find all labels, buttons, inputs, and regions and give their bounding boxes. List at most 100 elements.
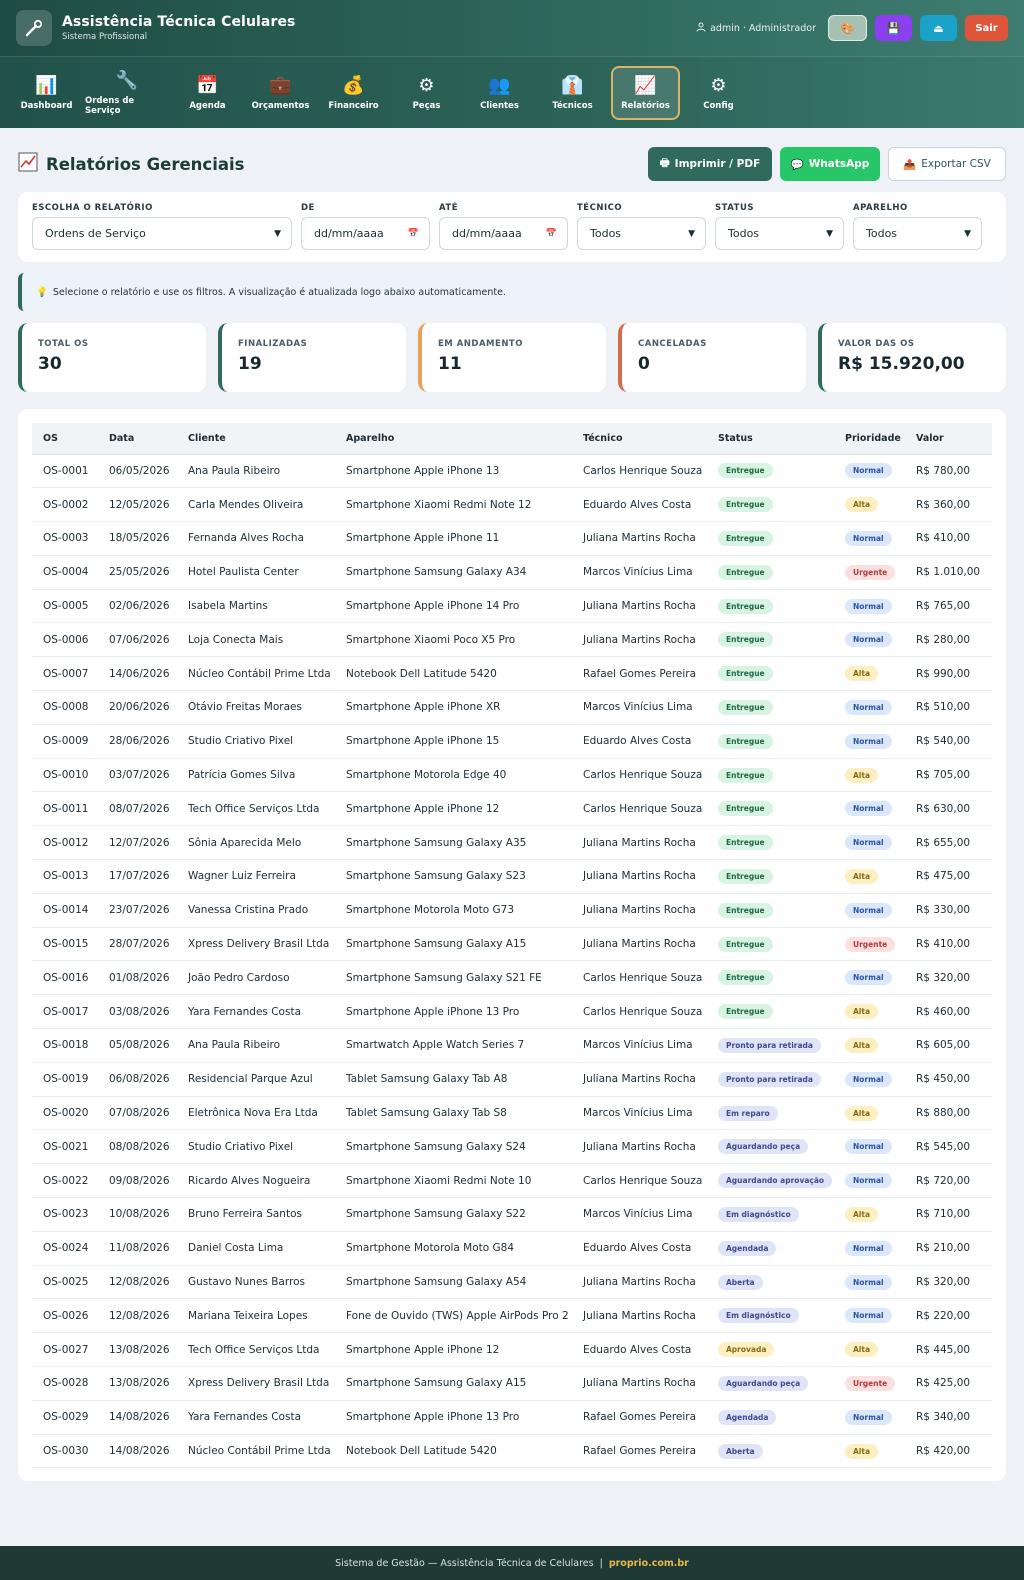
priority-badge: Alta <box>845 1206 879 1222</box>
priority-badge: Alta <box>845 1443 879 1459</box>
table-row[interactable]: OS-0009 28/06/2026 Studio Criativo Pixel Sm… <box>32 724 992 759</box>
table-row[interactable]: OS-0007 14/06/2026 Núcleo Contábil Prime L… <box>32 656 992 692</box>
priority-badge: Normal <box>845 835 892 851</box>
upload-button[interactable]: ⏏ <box>920 15 957 41</box>
table-row[interactable]: OS-0017 03/08/2026 Yara Fernandes Costa Sma… <box>32 994 992 1030</box>
table-row[interactable]: OS-0008 20/06/2026 Otávio Freitas Moraes Sm… <box>32 690 992 725</box>
table-row[interactable]: OS-0003 18/05/2026 Fernanda Alves Rocha Sma… <box>32 521 992 556</box>
cell-status: Entregue <box>707 758 834 793</box>
cell-valor: R$ 510,00 <box>905 690 992 725</box>
report-table-card: OS Data Cliente Aparelho Técnico Status … <box>18 409 1006 1481</box>
col-data[interactable]: Data <box>98 423 177 455</box>
table-row[interactable]: OS-0012 12/07/2026 Sônia Aparecida Melo Sma… <box>32 825 992 861</box>
col-prioridade[interactable]: Prioridade <box>834 423 905 455</box>
whatsapp-button[interactable]: 💬 WhatsApp <box>780 147 880 181</box>
nav-item-tecnicos[interactable]: 👔 Técnicos <box>538 66 607 120</box>
table-row[interactable]: OS-0019 06/08/2026 Residencial Parque Azul… <box>32 1062 992 1097</box>
cell-os: OS-0028 <box>32 1366 98 1401</box>
print-pdf-button[interactable]: 🖶 Imprimir / PDF <box>648 147 772 181</box>
status-badge: Agendada <box>718 1409 777 1425</box>
table-row[interactable]: OS-0010 03/07/2026 Patrícia Gomes Silva Sma… <box>32 758 992 793</box>
nav-item-financeiro[interactable]: 💰 Financeiro <box>319 66 388 120</box>
col-aparelho[interactable]: Aparelho <box>335 423 572 455</box>
save-button[interactable]: 💾 <box>875 15 912 41</box>
table-row[interactable]: OS-0013 17/07/2026 Wagner Luiz Ferreira Sma… <box>32 859 992 894</box>
footer-link[interactable]: proprio.com.br <box>609 1558 689 1569</box>
to-date-input[interactable]: dd/mm/aaaa 📅 <box>439 217 568 250</box>
nav-item-ordens[interactable]: 🔧 Ordens de Serviço <box>85 66 169 120</box>
table-row[interactable]: OS-0026 12/08/2026 Mariana Teixeira Lopes F… <box>32 1298 992 1334</box>
export-csv-button[interactable]: 📤 Exportar CSV <box>888 147 1006 181</box>
table-row[interactable]: OS-0020 07/08/2026 Eletrônica Nova Era Ltd… <box>32 1096 992 1131</box>
cell-os: OS-0027 <box>32 1332 98 1368</box>
cell-data: 23/07/2026 <box>98 893 177 928</box>
table-row[interactable]: OS-0025 12/08/2026 Gustavo Nunes Barros Sma… <box>32 1265 992 1300</box>
table-row[interactable]: OS-0022 09/08/2026 Ricardo Alves Nogueira S… <box>32 1163 992 1199</box>
cell-status: Em diagnóstico <box>707 1298 834 1334</box>
table-row[interactable]: OS-0029 14/08/2026 Yara Fernandes Costa Sma… <box>32 1400 992 1435</box>
cell-aparelho: Notebook Dell Latitude 5420 <box>335 1434 572 1469</box>
table-row[interactable]: OS-0015 28/07/2026 Xpress Delivery Brasil … <box>32 927 992 962</box>
col-os[interactable]: OS <box>32 423 98 455</box>
col-status[interactable]: Status <box>707 423 834 455</box>
status-badge: Entregue <box>718 699 773 715</box>
cell-data: 28/07/2026 <box>98 927 177 962</box>
col-cliente[interactable]: Cliente <box>177 423 335 455</box>
cell-prioridade: Alta <box>834 1332 905 1368</box>
device-select[interactable]: Todos ▼ <box>853 217 982 250</box>
table-row[interactable]: OS-0004 25/05/2026 Hotel Paulista Center Sm… <box>32 555 992 590</box>
table-row[interactable]: OS-0021 08/08/2026 Studio Criativo Pixel Sm… <box>32 1129 992 1165</box>
table-row[interactable]: OS-0018 05/08/2026 Ana Paula Ribeiro Smartw… <box>32 1028 992 1063</box>
cell-tecnico: Juliana Martins Rocha <box>572 825 707 861</box>
nav-item-dashboard[interactable]: 📊 Dashboard <box>12 66 81 120</box>
cell-tecnico: Juliana Martins Rocha <box>572 859 707 894</box>
table-row[interactable]: OS-0001 06/05/2026 Ana Paula Ribeiro Smartp… <box>32 454 992 489</box>
status-badge: Entregue <box>718 835 773 851</box>
col-valor[interactable]: Valor <box>905 423 992 455</box>
nav-item-pecas[interactable]: ⚙ Peças <box>392 66 461 120</box>
cell-cliente: Sônia Aparecida Melo <box>177 825 335 861</box>
table-row[interactable]: OS-0002 12/05/2026 Carla Mendes Oliveira Sm… <box>32 487 992 523</box>
from-date-input[interactable]: dd/mm/aaaa 📅 <box>301 217 430 250</box>
cell-data: 03/07/2026 <box>98 758 177 793</box>
table-row[interactable]: OS-0006 07/06/2026 Loja Conecta Mais Smartp… <box>32 622 992 658</box>
cell-cliente: Wagner Luiz Ferreira <box>177 859 335 894</box>
table-row[interactable]: OS-0016 01/08/2026 João Pedro Cardoso Smart… <box>32 960 992 996</box>
table-row[interactable]: OS-0011 08/07/2026 Tech Office Serviços Lt… <box>32 791 992 827</box>
nav-item-agenda[interactable]: 📅 Agenda <box>173 66 242 120</box>
nav-item-orcamentos[interactable]: 💼 Orçamentos <box>246 66 315 120</box>
cell-tecnico: Rafael Gomes Pereira <box>572 1400 707 1435</box>
col-tecnico[interactable]: Técnico <box>572 423 707 455</box>
theme-toggle-button[interactable]: 🎨 <box>828 15 867 41</box>
cell-prioridade: Alta <box>834 758 905 793</box>
table-row[interactable]: OS-0030 14/08/2026 Núcleo Contábil Prime L… <box>32 1434 992 1469</box>
page-title: Relatórios Gerenciais <box>18 152 244 176</box>
cell-status: Entregue <box>707 724 834 759</box>
cell-cliente: Studio Criativo Pixel <box>177 1129 335 1165</box>
stat-label: EM ANDAMENTO <box>438 339 523 349</box>
table-row[interactable]: OS-0028 13/08/2026 Xpress Delivery Brasil … <box>32 1366 992 1401</box>
table-row[interactable]: OS-0023 10/08/2026 Bruno Ferreira Santos Sm… <box>32 1197 992 1232</box>
cell-status: Aguardando peça <box>707 1366 834 1401</box>
cell-os: OS-0006 <box>32 622 98 658</box>
table-row[interactable]: OS-0024 11/08/2026 Daniel Costa Lima Smartp… <box>32 1231 992 1266</box>
table-row[interactable]: OS-0014 23/07/2026 Vanessa Cristina Prado S… <box>32 893 992 928</box>
nav-item-relatorios[interactable]: 📈 Relatórios <box>611 65 680 120</box>
priority-badge: Alta <box>845 767 879 783</box>
users-icon: 👥 <box>488 75 511 96</box>
tech-select[interactable]: Todos ▼ <box>577 217 706 250</box>
report-select[interactable]: Ordens de Serviço ▼ <box>32 217 292 250</box>
status-select[interactable]: Todos ▼ <box>715 217 844 250</box>
stat-value: 30 <box>38 354 62 374</box>
table-row[interactable]: OS-0005 02/06/2026 Isabela Martins Smartpho… <box>32 589 992 624</box>
stat-valor-os: VALOR DAS OS R$ 15.920,00 <box>818 323 1006 392</box>
table-row[interactable]: OS-0027 13/08/2026 Tech Office Serviços Lt… <box>32 1332 992 1368</box>
logout-button[interactable]: Sair <box>965 15 1008 41</box>
nav-item-config[interactable]: ⚙ Config <box>684 66 753 120</box>
cell-os: OS-0008 <box>32 690 98 725</box>
cell-cliente: Ana Paula Ribeiro <box>177 1028 335 1063</box>
chevron-down-icon: ▼ <box>274 228 281 239</box>
nav-item-clientes[interactable]: 👥 Clientes <box>465 66 534 120</box>
cell-cliente: Loja Conecta Mais <box>177 622 335 658</box>
cell-prioridade: Normal <box>834 589 905 624</box>
